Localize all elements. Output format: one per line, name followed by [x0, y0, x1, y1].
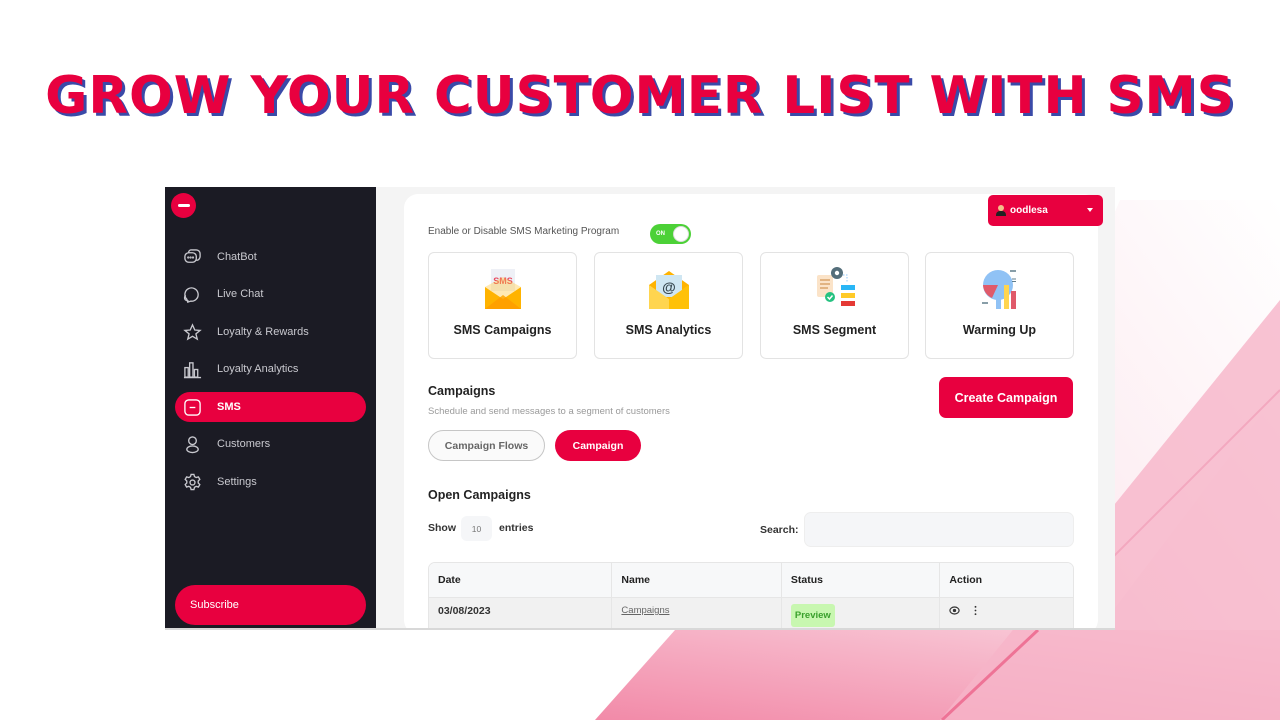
- search-input[interactable]: [804, 512, 1074, 547]
- user-icon: [182, 434, 202, 454]
- campaign-name-link[interactable]: Campaigns: [621, 605, 669, 616]
- content-scroll-gutter: [1098, 187, 1115, 628]
- column-header-name[interactable]: Name: [612, 563, 782, 597]
- sms-program-toggle-label: Enable or Disable SMS Marketing Program: [428, 226, 620, 237]
- cell-date: 03/08/2023: [429, 598, 613, 628]
- column-header-date[interactable]: Date: [429, 563, 613, 597]
- tile-label: SMS Analytics: [625, 323, 712, 337]
- chevron-down-icon: [1087, 208, 1093, 212]
- cell-action: [940, 598, 1073, 628]
- bar-chart-icon: [182, 359, 202, 379]
- cell-status: Preview: [782, 598, 941, 628]
- bg-pink-band: [595, 630, 1280, 720]
- tile-sms-campaigns[interactable]: SMS SMS Campaigns: [428, 252, 577, 359]
- sms-envelope-icon: SMS: [484, 269, 521, 309]
- user-menu-button[interactable]: oodlesa: [988, 195, 1103, 226]
- tile-sms-segment[interactable]: SMS Segment: [760, 252, 909, 359]
- sms-icon: [182, 397, 202, 417]
- campaigns-title: Campaigns: [428, 384, 496, 398]
- open-campaigns-title: Open Campaigns: [428, 488, 531, 502]
- chat-bubbles-icon: [182, 247, 202, 267]
- headline: GROW YOUR CUSTOMER LIST WITH SMS: [45, 66, 1235, 126]
- sms-program-toggle[interactable]: ON: [650, 224, 691, 244]
- status-badge: Preview: [790, 604, 835, 627]
- sidebar-item-label: Customers: [217, 438, 271, 450]
- campaigns-table: Date Name Status Action 03/08/2023 Campa…: [428, 562, 1074, 628]
- campaigns-subtitle: Schedule and send messages to a segment …: [428, 406, 670, 417]
- bg-stripe-2: [1109, 389, 1280, 561]
- table-row: 03/08/2023 Campaigns Preview: [429, 597, 1073, 628]
- sidebar-item-settings[interactable]: Settings: [175, 467, 366, 497]
- table-header: Date Name Status Action: [429, 563, 1073, 597]
- user-avatar-icon: [996, 205, 1006, 216]
- toggle-state-text: ON: [656, 231, 665, 237]
- star-icon: [182, 322, 202, 342]
- show-label: Show: [428, 522, 456, 534]
- sidebar-item-label: Loyalty Analytics: [217, 363, 299, 375]
- tile-label: Warming Up: [962, 323, 1037, 337]
- more-vertical-icon[interactable]: [970, 605, 981, 616]
- pie-bar-chart-icon: [981, 270, 1016, 309]
- column-header-status[interactable]: Status: [782, 563, 941, 597]
- bg-stripe: [940, 628, 1040, 720]
- email-at-envelope-icon: @: [648, 271, 689, 309]
- sidebar-item-label: ChatBot: [217, 251, 257, 263]
- entries-select[interactable]: 10: [461, 516, 492, 541]
- sidebar-item-customers[interactable]: Customers: [175, 429, 366, 459]
- eye-icon[interactable]: [949, 605, 961, 616]
- live-chat-icon: [182, 284, 202, 304]
- promo-banner: GROW YOUR CUSTOMER LIST WITH SMS ChatBot…: [0, 0, 1280, 720]
- gear-icon: [182, 472, 202, 492]
- sidebar-item-label: Settings: [217, 476, 257, 488]
- cell-name: Campaigns: [612, 598, 782, 628]
- minus-circle-icon[interactable]: [171, 193, 196, 218]
- entries-label: entries: [499, 522, 534, 534]
- tile-warming-up[interactable]: Warming Up: [925, 252, 1074, 359]
- sidebar-item-live-chat[interactable]: Live Chat: [175, 279, 366, 309]
- main-content: Enable or Disable SMS Marketing Program …: [404, 194, 1098, 628]
- tab-campaign-flows[interactable]: Campaign Flows: [428, 430, 545, 461]
- tile-sms-analytics[interactable]: @ SMS Analytics: [594, 252, 743, 359]
- toggle-knob: [673, 226, 689, 242]
- sidebar-item-label: SMS: [217, 401, 241, 413]
- tab-campaign[interactable]: Campaign: [555, 430, 641, 461]
- create-campaign-button[interactable]: Create Campaign: [939, 377, 1073, 418]
- sidebar: ChatBot Live Chat Loyalty & Rewards Loya…: [165, 187, 376, 628]
- search-label: Search:: [760, 524, 799, 536]
- sidebar-item-label: Live Chat: [217, 288, 264, 300]
- sidebar-item-chatbot[interactable]: ChatBot: [175, 242, 366, 272]
- user-name: oodlesa: [1010, 205, 1048, 216]
- sidebar-item-loyalty-analytics[interactable]: Loyalty Analytics: [175, 354, 366, 384]
- tile-label: SMS Segment: [792, 323, 877, 337]
- subscribe-button[interactable]: Subscribe: [175, 585, 366, 625]
- segment-workflow-icon: [816, 267, 855, 306]
- sidebar-item-loyalty-rewards[interactable]: Loyalty & Rewards: [175, 317, 366, 347]
- app-window: ChatBot Live Chat Loyalty & Rewards Loya…: [165, 187, 1115, 630]
- sidebar-item-label: Loyalty & Rewards: [217, 326, 309, 338]
- svg-text:@: @: [662, 279, 676, 295]
- column-header-action: Action: [949, 574, 983, 586]
- sidebar-item-sms[interactable]: SMS: [175, 392, 366, 422]
- tile-label: SMS Campaigns: [453, 323, 552, 337]
